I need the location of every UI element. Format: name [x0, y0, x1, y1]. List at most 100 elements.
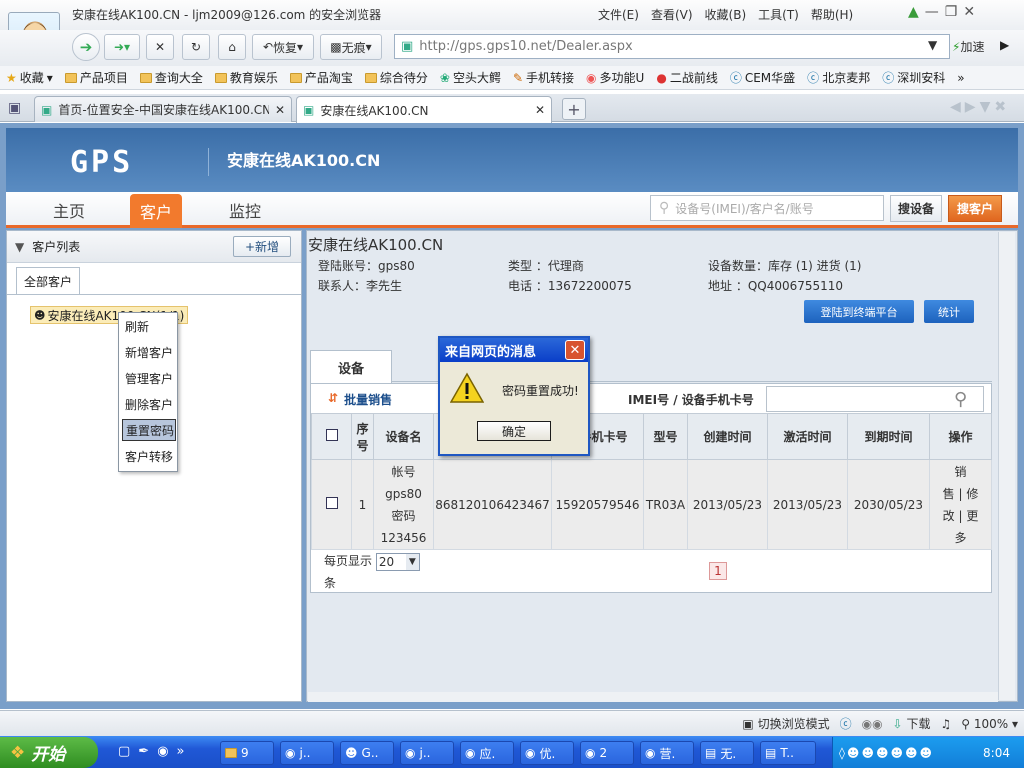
site-search-input[interactable]: ⚲ 设备号(IMEI)/客户名/账号	[650, 195, 884, 221]
fav-item[interactable]: 产品项目	[64, 69, 128, 86]
tab-devices[interactable]: 设备	[310, 350, 392, 383]
sound-icon[interactable]: ♫	[940, 717, 951, 731]
close-window-button[interactable]: ✕	[963, 4, 975, 20]
site-logo[interactable]: GPS	[70, 145, 133, 180]
nav-monitor[interactable]: 监控	[214, 195, 276, 225]
menu-help[interactable]: 帮助(H)	[811, 6, 853, 23]
taskbar-item[interactable]: ▤ T..	[760, 741, 816, 765]
fav-item[interactable]: ◉ 多功能U	[586, 69, 644, 86]
tab-active[interactable]: ▣ 安康在线AK100.CN ✕	[296, 96, 552, 123]
go-arrow-icon[interactable]: ▶	[1000, 38, 1009, 52]
ctx-add-customer[interactable]: 新增客户	[122, 341, 176, 363]
tab-list-icon[interactable]: ▣	[8, 100, 21, 116]
fav-item[interactable]: ● 二战前线	[656, 69, 718, 86]
taskbar-item[interactable]: ◉ 应.	[460, 741, 514, 765]
search-icon[interactable]: ⚲	[954, 389, 967, 410]
home-button[interactable]: ⌂	[218, 34, 246, 60]
ie-mode-icon[interactable]: ⓒ	[840, 715, 852, 732]
address-bar[interactable]: ▣ http://gps.gps10.net/Dealer.aspx	[394, 34, 950, 59]
refresh-button[interactable]: ↻	[182, 34, 210, 60]
tab-scroll-left-icon[interactable]: ◀	[950, 99, 961, 115]
taskbar-item[interactable]: ☻ G..	[340, 741, 394, 765]
action-line[interactable]: 销	[930, 461, 991, 483]
dialog-ok-button[interactable]: 确定	[477, 421, 551, 441]
nav-customers[interactable]: 客户	[130, 194, 182, 228]
url-dropdown-icon[interactable]: ▼	[928, 38, 937, 52]
minimize-button[interactable]: —	[925, 4, 939, 20]
horizontal-scrollbar[interactable]	[308, 692, 998, 702]
quicklaunch-icon[interactable]: ▢	[118, 744, 130, 759]
cell-actions[interactable]: 销 售 | 修 改 | 更 多	[929, 459, 992, 550]
close-all-icon[interactable]: ✖	[994, 99, 1006, 115]
stop-button[interactable]: ✕	[146, 34, 174, 60]
switch-mode-button[interactable]: ▣ 切换浏览模式	[742, 715, 829, 732]
close-tab-icon[interactable]: ✕	[535, 103, 545, 117]
search-customer-button[interactable]: 搜客户	[948, 195, 1002, 222]
fav-item[interactable]: ⓒ 深圳安科	[882, 69, 945, 86]
fav-item[interactable]: ❀ 空头大鳄	[440, 69, 501, 86]
action-line[interactable]: 售 | 修	[930, 483, 991, 505]
back-button[interactable]: ➔	[72, 33, 100, 61]
select-all-checkbox[interactable]	[311, 413, 352, 460]
ctx-refresh[interactable]: 刷新	[122, 315, 176, 337]
action-line[interactable]: 改 | 更	[930, 505, 991, 527]
start-button[interactable]: ❖ 开始	[0, 737, 98, 768]
taskbar-item[interactable]: ◉ 优.	[520, 741, 574, 765]
fav-item[interactable]: 查询大全	[139, 69, 203, 86]
restore-tab-button[interactable]: ↶ 恢复 ▾	[252, 34, 314, 60]
page-number[interactable]: 1	[709, 562, 727, 580]
zoom-control[interactable]: ⚲ 100% ▾	[961, 717, 1018, 731]
download-button[interactable]: ⇩ 下载	[893, 715, 931, 732]
login-terminal-button[interactable]: 登陆到终端平台	[804, 300, 914, 323]
tab-scroll-right-icon[interactable]: ▶	[965, 99, 976, 115]
fav-item[interactable]: ⓒ CEM华盛	[730, 69, 795, 86]
close-tab-icon[interactable]: ✕	[275, 103, 285, 117]
fav-item[interactable]: ✎ 手机转接	[513, 69, 574, 86]
favorites-menu[interactable]: ★ 收藏 ▾	[6, 69, 53, 86]
imei-search-input[interactable]	[766, 386, 984, 412]
fav-item[interactable]: 综合待分	[364, 69, 428, 86]
taskbar-item[interactable]: ◉ 营.	[640, 741, 694, 765]
menu-view[interactable]: 查看(V)	[651, 6, 693, 23]
forward-button[interactable]: ➜▾	[104, 34, 140, 60]
new-tab-button[interactable]: +	[562, 98, 586, 120]
accelerate-button[interactable]: ⚡ 加速	[952, 34, 984, 59]
toggle-icon[interactable]: ◉◉	[862, 717, 883, 731]
batch-sale-link[interactable]: ⇵ 批量销售	[328, 391, 392, 408]
quicklaunch-icon[interactable]: ◉	[157, 744, 168, 759]
fav-item[interactable]: 产品淘宝	[289, 69, 353, 86]
tab-menu-icon[interactable]: ▼	[980, 99, 991, 115]
dialog-close-button[interactable]: ✕	[565, 340, 585, 360]
taskbar-item[interactable]: ◉ j..	[400, 741, 454, 765]
row-checkbox[interactable]	[311, 459, 352, 550]
tab-all-customers[interactable]: 全部客户	[16, 267, 80, 295]
add-customer-button[interactable]: +新增	[233, 236, 291, 257]
ctx-transfer-customer[interactable]: 客户转移	[122, 445, 176, 467]
action-line[interactable]: 多	[930, 527, 991, 549]
taskbar-item[interactable]: 9	[220, 741, 274, 765]
tab-home[interactable]: ▣ 首页-位置安全-中国安康在线AK100.CN ✕	[34, 96, 292, 122]
menu-tools[interactable]: 工具(T)	[758, 6, 799, 23]
taskbar-item[interactable]: ◉ j..	[280, 741, 334, 765]
shirt-icon[interactable]: ▲	[908, 4, 919, 20]
quicklaunch-icon[interactable]: ✒	[138, 744, 149, 759]
taskbar-item[interactable]: ◉ 2	[580, 741, 634, 765]
restore-button[interactable]: ❐	[945, 4, 958, 20]
menu-file[interactable]: 文件(E)	[598, 6, 639, 23]
quicklaunch-icon[interactable]: »	[177, 744, 185, 759]
nav-home[interactable]: 主页	[38, 195, 100, 225]
collapse-icon[interactable]: ▼	[15, 240, 24, 254]
menu-favorites[interactable]: 收藏(B)	[705, 6, 747, 23]
page-scrollbar[interactable]	[998, 232, 1015, 700]
more-favorites-icon[interactable]: »	[957, 71, 964, 85]
ctx-manage-customer[interactable]: 管理客户	[122, 367, 176, 389]
ctx-reset-password[interactable]: 重置密码	[122, 419, 176, 441]
search-device-button[interactable]: 搜设备	[890, 195, 942, 222]
per-page-select[interactable]: 20 ▼	[375, 552, 420, 571]
stats-button[interactable]: 统计	[924, 300, 974, 323]
taskbar-item[interactable]: ▤ 无.	[700, 741, 754, 765]
ctx-delete-customer[interactable]: 删除客户	[122, 393, 176, 415]
fav-item[interactable]: 教育娱乐	[214, 69, 278, 86]
incognito-button[interactable]: ▩ 无痕 ▾	[320, 34, 382, 60]
fav-item[interactable]: ⓒ 北京麦邦	[807, 69, 870, 86]
